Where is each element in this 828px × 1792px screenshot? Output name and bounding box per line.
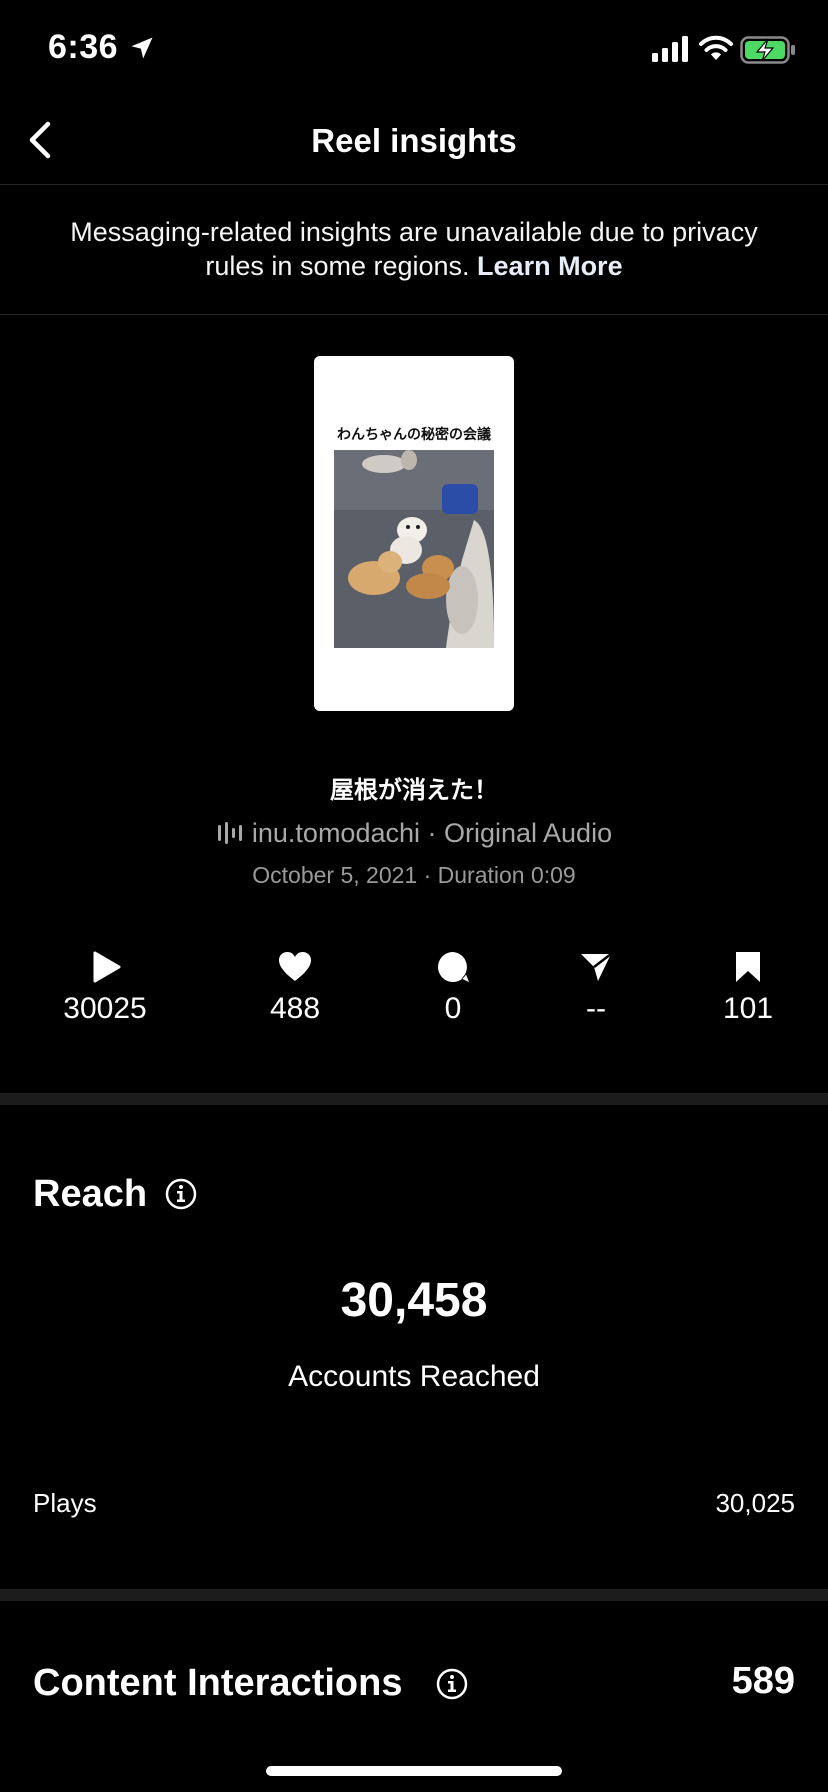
comments-count: 0 xyxy=(444,992,462,1025)
bookmark-icon xyxy=(736,952,760,982)
plays-row-value: 30,025 xyxy=(715,1488,795,1518)
location-arrow-icon xyxy=(131,37,153,59)
content-interactions-value: 589 xyxy=(731,1660,795,1702)
interactions-info-icon[interactable] xyxy=(436,1668,468,1700)
thumbnail-caption: わんちゃんの秘密の会議 xyxy=(337,427,491,443)
reel-title: 屋根が消えた！ xyxy=(330,776,498,804)
stat-saves: 101 xyxy=(678,950,818,1026)
reel-thumbnail[interactable]: わんちゃんの秘密の会議 xyxy=(314,356,514,711)
saves-count: 101 xyxy=(722,992,774,1025)
learn-more-link[interactable]: Learn More xyxy=(477,251,623,281)
section-divider xyxy=(0,1093,828,1105)
content-interactions-title: Content Interactions xyxy=(33,1662,403,1704)
audio-label: inu.tomodachi · Original Audio xyxy=(251,818,613,848)
accounts-reached-label: Accounts Reached xyxy=(288,1360,540,1393)
reach-title: Reach xyxy=(33,1173,148,1215)
shares-count: -- xyxy=(586,992,606,1025)
play-icon xyxy=(93,951,121,983)
stat-shares: -- xyxy=(526,950,666,1026)
notice-text: Messaging-related insights are unavailab… xyxy=(70,217,758,281)
stats-row: 30025 488 0 -- 101 xyxy=(0,950,828,1040)
paper-plane-icon xyxy=(581,953,612,981)
date-duration: October 5, 2021 · Duration 0:09 xyxy=(252,862,576,888)
likes-count: 488 xyxy=(269,992,321,1025)
stat-likes: 488 xyxy=(225,950,365,1026)
heart-icon xyxy=(279,952,311,981)
status-bar: 6:36 xyxy=(0,0,828,100)
audio-row[interactable]: inu.tomodachi · Original Audio xyxy=(0,818,828,849)
reach-info-icon[interactable] xyxy=(165,1178,197,1210)
privacy-notice: Messaging-related insights are unavailab… xyxy=(0,185,828,315)
section-divider xyxy=(0,1589,828,1601)
comment-bubble-icon xyxy=(438,952,469,982)
home-indicator[interactable] xyxy=(266,1766,562,1776)
plays-row-label: Plays xyxy=(33,1488,97,1518)
dog-photo xyxy=(334,450,494,648)
stat-comments: 0 xyxy=(383,950,523,1026)
stat-plays: 30025 xyxy=(35,950,175,1026)
audio-waveform-icon xyxy=(217,822,242,844)
nav-header: Reel insights xyxy=(0,100,828,185)
page-title: Reel insights xyxy=(311,122,517,159)
plays-count: 30025 xyxy=(63,992,147,1025)
cellular-signal-icon xyxy=(652,36,688,62)
battery-charging-icon xyxy=(740,36,795,64)
accounts-reached-value: 30,458 xyxy=(340,1274,488,1327)
status-time: 6:36 xyxy=(48,28,119,66)
wifi-icon xyxy=(699,35,733,60)
